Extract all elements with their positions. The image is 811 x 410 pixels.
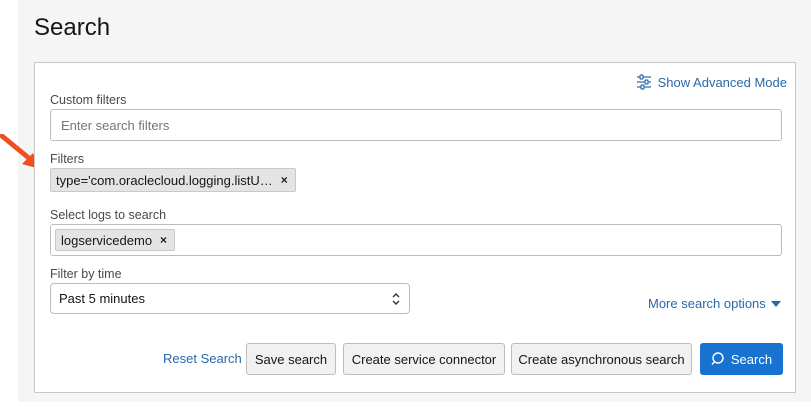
- filter-by-time-label: Filter by time: [50, 267, 122, 281]
- custom-filters-input[interactable]: [50, 109, 782, 141]
- create-service-connector-button[interactable]: Create service connector: [343, 343, 505, 375]
- filters-chip-list: type='com.oraclecloud.logging.listU… ×: [50, 168, 296, 192]
- save-search-button[interactable]: Save search: [246, 343, 336, 375]
- time-filter-select[interactable]: Past 5 minutes: [50, 283, 410, 314]
- page-title: Search: [34, 14, 111, 41]
- filter-chip[interactable]: type='com.oraclecloud.logging.listU… ×: [50, 168, 296, 192]
- remove-filter-icon[interactable]: ×: [281, 173, 288, 187]
- more-search-options-label: More search options: [648, 296, 766, 311]
- caret-down-icon: [770, 300, 781, 307]
- log-chip[interactable]: logservicedemo ×: [55, 229, 176, 251]
- time-filter-value: Past 5 minutes: [59, 291, 145, 306]
- search-button-label: Search: [730, 351, 773, 367]
- log-chip-text: logservicedemo: [61, 232, 153, 248]
- left-margin: [0, 0, 18, 410]
- sliders-icon: [636, 74, 651, 90]
- filter-chip-text: type='com.oraclecloud.logging.listU…: [56, 172, 273, 188]
- filters-label: Filters: [50, 152, 85, 166]
- select-chevrons-icon: [392, 292, 400, 305]
- create-async-search-button[interactable]: Create asynchronous search: [511, 343, 692, 375]
- more-search-options-link[interactable]: More search options: [648, 296, 781, 311]
- show-advanced-mode-link[interactable]: Show Advanced Mode: [636, 74, 787, 90]
- search-panel: Show Advanced Mode Custom filters Filter…: [34, 62, 796, 393]
- bottom-margin: [0, 402, 811, 410]
- search-button[interactable]: Search: [700, 343, 783, 375]
- logs-select-input[interactable]: logservicedemo ×: [50, 224, 782, 256]
- search-icon: [711, 352, 724, 365]
- remove-log-icon[interactable]: ×: [160, 233, 167, 247]
- reset-search-link[interactable]: Reset Search: [163, 351, 242, 366]
- show-advanced-mode-label: Show Advanced Mode: [657, 74, 787, 90]
- custom-filters-label: Custom filters: [50, 93, 127, 107]
- select-logs-label: Select logs to search: [50, 208, 167, 222]
